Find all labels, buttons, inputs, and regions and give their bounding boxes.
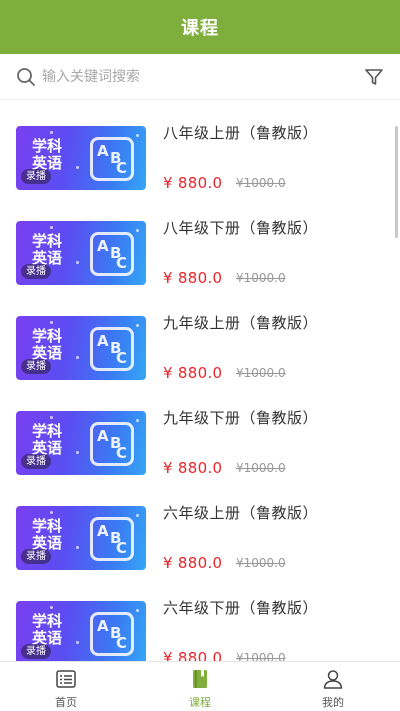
search-input[interactable]: [42, 65, 342, 89]
tab-courses[interactable]: 课程: [160, 662, 240, 711]
course-thumbnail: 学科英语 ABC 录播: [16, 126, 146, 190]
course-item[interactable]: 学科英语 ABC 录播 八年级下册（鲁教版） ¥ 880.0 ¥1000.0: [0, 196, 400, 291]
abc-icon: ABC: [90, 327, 134, 371]
course-original-price: ¥1000.0: [236, 271, 286, 285]
course-thumbnail: 学科英语 ABC 录播: [16, 316, 146, 380]
tab-label: 我的: [322, 696, 344, 709]
abc-icon: ABC: [90, 137, 134, 181]
search-bar: [0, 54, 400, 100]
course-original-price: ¥1000.0: [236, 176, 286, 190]
course-title: 八年级上册（鲁教版）: [163, 124, 319, 142]
page-title: 课程: [181, 18, 219, 39]
course-thumbnail: 学科英语 ABC 录播: [16, 221, 146, 285]
thumbnail-title: 学科英语: [32, 422, 63, 457]
abc-icon: ABC: [90, 232, 134, 276]
course-price: ¥ 880.0: [163, 554, 223, 572]
recorded-tag: 录播: [21, 169, 51, 184]
course-item[interactable]: 学科英语 ABC 录播 六年级上册（鲁教版） ¥ 880.0 ¥1000.0: [0, 481, 400, 576]
user-icon: [323, 670, 343, 689]
course-title: 八年级下册（鲁教版）: [163, 219, 319, 237]
thumbnail-title: 学科英语: [32, 612, 63, 647]
course-original-price: ¥1000.0: [236, 556, 286, 570]
tab-profile[interactable]: 我的: [293, 662, 373, 711]
course-thumbnail: 学科英语 ABC 录播: [16, 506, 146, 570]
abc-icon: ABC: [90, 517, 134, 561]
scrollbar[interactable]: [395, 126, 398, 238]
course-item[interactable]: 学科英语 ABC 录播 九年级上册（鲁教版） ¥ 880.0 ¥1000.0: [0, 291, 400, 386]
course-price: ¥ 880.0: [163, 649, 223, 661]
filter-icon[interactable]: [364, 67, 384, 87]
course-original-price: ¥1000.0: [236, 651, 286, 661]
list-icon: [56, 670, 76, 688]
course-title: 六年级上册（鲁教版）: [163, 504, 319, 522]
course-original-price: ¥1000.0: [236, 366, 286, 380]
course-item[interactable]: 学科英语 ABC 录播 六年级下册（鲁教版） ¥ 880.0 ¥1000.0: [0, 576, 400, 661]
course-price: ¥ 880.0: [163, 364, 223, 382]
tab-label: 课程: [189, 696, 211, 709]
abc-icon: ABC: [90, 612, 134, 656]
course-title: 九年级下册（鲁教版）: [163, 409, 319, 427]
app-header: 课程: [0, 0, 400, 54]
abc-icon: ABC: [90, 422, 134, 466]
course-item[interactable]: 学科英语 ABC 录播 八年级上册（鲁教版） ¥ 880.0 ¥1000.0: [0, 101, 400, 196]
course-title: 六年级下册（鲁教版）: [163, 599, 319, 617]
course-thumbnail: 学科英语 ABC 录播: [16, 601, 146, 661]
thumbnail-title: 学科英语: [32, 327, 63, 362]
course-price: ¥ 880.0: [163, 269, 223, 287]
recorded-tag: 录播: [21, 549, 51, 564]
recorded-tag: 录播: [21, 264, 51, 279]
course-thumbnail: 学科英语 ABC 录播: [16, 411, 146, 475]
course-price: ¥ 880.0: [163, 459, 223, 477]
recorded-tag: 录播: [21, 644, 51, 659]
thumbnail-title: 学科英语: [32, 232, 63, 267]
course-title: 九年级上册（鲁教版）: [163, 314, 319, 332]
thumbnail-title: 学科英语: [32, 517, 63, 552]
recorded-tag: 录播: [21, 454, 51, 469]
recorded-tag: 录播: [21, 359, 51, 374]
tab-label: 首页: [55, 696, 77, 709]
bottom-tab-bar: 首页 课程 我的: [0, 661, 400, 711]
course-item[interactable]: 学科英语 ABC 录播 九年级下册（鲁教版） ¥ 880.0 ¥1000.0: [0, 386, 400, 481]
course-list: 学科英语 ABC 录播 八年级上册（鲁教版） ¥ 880.0 ¥1000.0 学…: [0, 101, 400, 661]
book-icon: [193, 670, 207, 688]
course-price: ¥ 880.0: [163, 174, 223, 192]
search-icon[interactable]: [16, 67, 36, 87]
thumbnail-title: 学科英语: [32, 137, 63, 172]
course-original-price: ¥1000.0: [236, 461, 286, 475]
tab-home[interactable]: 首页: [26, 662, 106, 711]
